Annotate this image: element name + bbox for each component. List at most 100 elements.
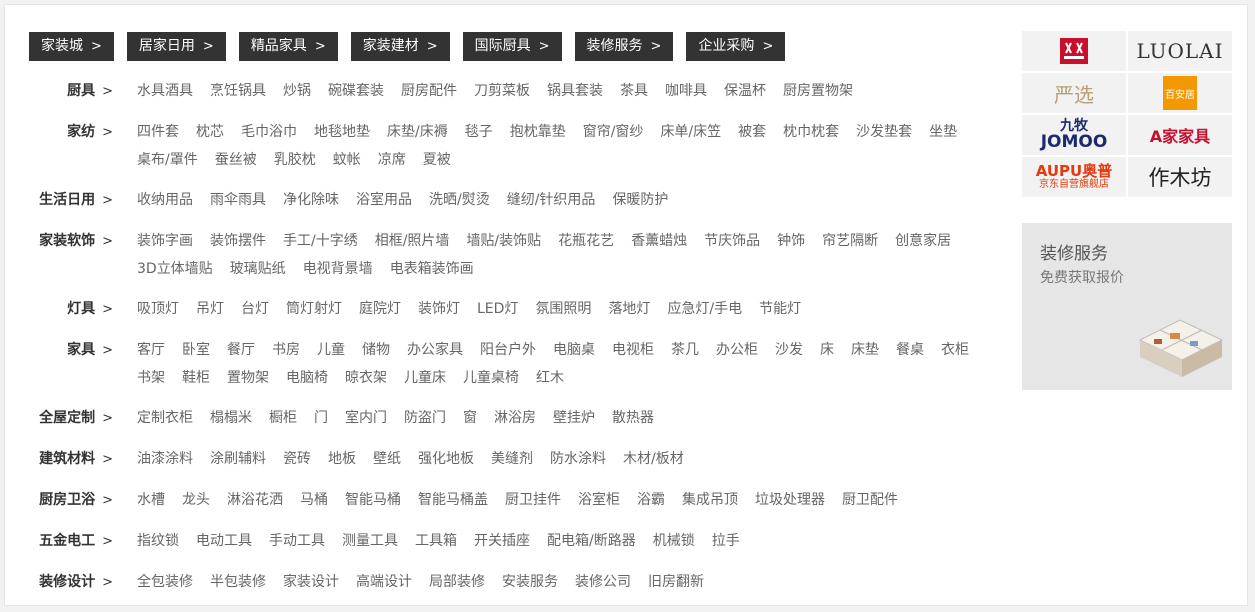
subcategory-link[interactable]: 枕芯 [196, 118, 224, 146]
category-title[interactable]: 建筑材料 > [5, 445, 113, 474]
subcategory-link[interactable]: 室内门 [345, 404, 387, 433]
subcategory-link[interactable]: 壁纸 [373, 445, 401, 474]
subcategory-link[interactable]: 茶几 [671, 336, 699, 364]
subcategory-link[interactable]: 缝纫/针织用品 [507, 186, 596, 215]
brand-logo-ajia[interactable]: A家家具 [1128, 115, 1232, 155]
subcategory-link[interactable]: 电视柜 [612, 336, 654, 364]
subcategory-link[interactable]: 净化除味 [283, 186, 339, 215]
top-tab[interactable]: 家装建材 > [350, 32, 450, 61]
subcategory-link[interactable]: 坐垫 [929, 118, 957, 146]
brand-logo-jomoo[interactable]: 九牧 JOMOO [1022, 115, 1126, 155]
subcategory-link[interactable]: 红木 [536, 364, 564, 392]
subcategory-link[interactable]: 夏被 [423, 146, 451, 174]
subcategory-link[interactable]: 装饰灯 [418, 295, 460, 324]
subcategory-link[interactable]: 榻榻米 [210, 404, 252, 433]
subcategory-link[interactable]: 节庆饰品 [704, 227, 760, 255]
subcategory-link[interactable]: 客厅 [137, 336, 165, 364]
top-tab[interactable]: 家装城 > [29, 32, 114, 61]
subcategory-link[interactable]: 蚕丝被 [215, 146, 257, 174]
subcategory-link[interactable]: 橱柜 [269, 404, 297, 433]
subcategory-link[interactable]: 浴霸 [637, 486, 665, 515]
subcategory-link[interactable]: 炒锅 [283, 77, 311, 106]
subcategory-link[interactable]: 应急灯/手电 [667, 295, 742, 324]
subcategory-link[interactable]: 厨房配件 [401, 77, 457, 106]
subcategory-link[interactable]: 装饰摆件 [210, 227, 266, 255]
subcategory-link[interactable]: 吊灯 [196, 295, 224, 324]
subcategory-link[interactable]: 安装服务 [502, 568, 558, 597]
subcategory-link[interactable]: 电脑桌 [553, 336, 595, 364]
subcategory-link[interactable]: 墙贴/装饰贴 [466, 227, 541, 255]
brand-logo-luolai[interactable]: LUOLAI [1128, 31, 1232, 71]
subcategory-link[interactable]: 机械锁 [653, 527, 695, 556]
subcategory-link[interactable]: 美缝剂 [491, 445, 533, 474]
subcategory-link[interactable]: 厨卫配件 [842, 486, 898, 515]
subcategory-link[interactable]: 氛围照明 [535, 295, 591, 324]
subcategory-link[interactable]: 办公家具 [407, 336, 463, 364]
subcategory-link[interactable]: 3D立体墙贴 [137, 255, 213, 283]
subcategory-link[interactable]: 烹饪锅具 [210, 77, 266, 106]
subcategory-link[interactable]: 办公柜 [716, 336, 758, 364]
subcategory-link[interactable]: 电视背景墙 [303, 255, 373, 283]
subcategory-link[interactable]: 桌布/罩件 [137, 146, 198, 174]
subcategory-link[interactable]: 床垫/床褥 [387, 118, 448, 146]
subcategory-link[interactable]: 防水涂料 [550, 445, 606, 474]
subcategory-link[interactable]: 晾衣架 [345, 364, 387, 392]
subcategory-link[interactable]: 开关插座 [474, 527, 530, 556]
subcategory-link[interactable]: 壁挂炉 [553, 404, 595, 433]
subcategory-link[interactable]: 卧室 [182, 336, 210, 364]
subcategory-link[interactable]: 毛巾浴巾 [241, 118, 297, 146]
subcategory-link[interactable]: 门 [314, 404, 328, 433]
top-tab[interactable]: 装修服务 > [574, 32, 674, 61]
subcategory-link[interactable]: 抱枕靠垫 [510, 118, 566, 146]
subcategory-link[interactable]: 相框/照片墙 [375, 227, 450, 255]
subcategory-link[interactable]: 收纳用品 [137, 186, 193, 215]
subcategory-link[interactable]: 电脑椅 [286, 364, 328, 392]
subcategory-link[interactable]: 测量工具 [342, 527, 398, 556]
subcategory-link[interactable]: 智能马桶 [345, 486, 401, 515]
subcategory-link[interactable]: 衣柜 [941, 336, 969, 364]
subcategory-link[interactable]: 餐厅 [227, 336, 255, 364]
subcategory-link[interactable]: 玻璃贴纸 [230, 255, 286, 283]
subcategory-link[interactable]: 马桶 [300, 486, 328, 515]
subcategory-link[interactable]: 指纹锁 [137, 527, 179, 556]
top-tab[interactable]: 精品家具 > [238, 32, 338, 61]
subcategory-link[interactable]: 浴室柜 [578, 486, 620, 515]
subcategory-link[interactable]: 垃圾处理器 [755, 486, 825, 515]
category-title[interactable]: 装修设计 > [5, 568, 113, 597]
subcategory-link[interactable]: 涂刷辅料 [210, 445, 266, 474]
subcategory-link[interactable]: 储物 [362, 336, 390, 364]
subcategory-link[interactable]: 蚊帐 [333, 146, 361, 174]
subcategory-link[interactable]: 落地灯 [608, 295, 650, 324]
subcategory-link[interactable]: 智能马桶盖 [418, 486, 488, 515]
subcategory-link[interactable]: 碗碟套装 [328, 77, 384, 106]
subcategory-link[interactable]: 装修公司 [575, 568, 631, 597]
subcategory-link[interactable]: 餐桌 [896, 336, 924, 364]
subcategory-link[interactable]: 全包装修 [137, 568, 193, 597]
subcategory-link[interactable]: 筒灯射灯 [286, 295, 342, 324]
category-title[interactable]: 五金电工 > [5, 527, 113, 556]
subcategory-link[interactable]: 旧房翻新 [648, 568, 704, 597]
category-title[interactable]: 家纺 > [5, 118, 113, 174]
subcategory-link[interactable]: 儿童床 [404, 364, 446, 392]
subcategory-link[interactable]: 吸顶灯 [137, 295, 179, 324]
brand-logo-zuomufang[interactable]: 作木坊 [1128, 157, 1232, 197]
subcategory-link[interactable]: 瓷砖 [283, 445, 311, 474]
subcategory-link[interactable]: 凉席 [378, 146, 406, 174]
subcategory-link[interactable]: 厨房置物架 [783, 77, 853, 106]
subcategory-link[interactable]: 防盗门 [404, 404, 446, 433]
subcategory-link[interactable]: 节能灯 [759, 295, 801, 324]
renovation-promo-banner[interactable]: 装修服务 免费获取报价 [1022, 223, 1232, 390]
subcategory-link[interactable]: 台灯 [241, 295, 269, 324]
subcategory-link[interactable]: 手工/十字绣 [283, 227, 358, 255]
subcategory-link[interactable]: 香薰蜡烛 [631, 227, 687, 255]
subcategory-link[interactable]: 水槽 [137, 486, 165, 515]
subcategory-link[interactable]: 淋浴花洒 [227, 486, 283, 515]
subcategory-link[interactable]: 装饰字画 [137, 227, 193, 255]
subcategory-link[interactable]: 庭院灯 [359, 295, 401, 324]
subcategory-link[interactable]: 龙头 [182, 486, 210, 515]
subcategory-link[interactable]: 雨伞雨具 [210, 186, 266, 215]
brand-logo-aupu[interactable]: AUPU奥普 京东自营旗舰店 [1022, 157, 1126, 197]
subcategory-link[interactable]: 水具酒具 [137, 77, 193, 106]
subcategory-link[interactable]: 枕巾枕套 [783, 118, 839, 146]
category-title[interactable]: 家具 > [5, 336, 113, 392]
